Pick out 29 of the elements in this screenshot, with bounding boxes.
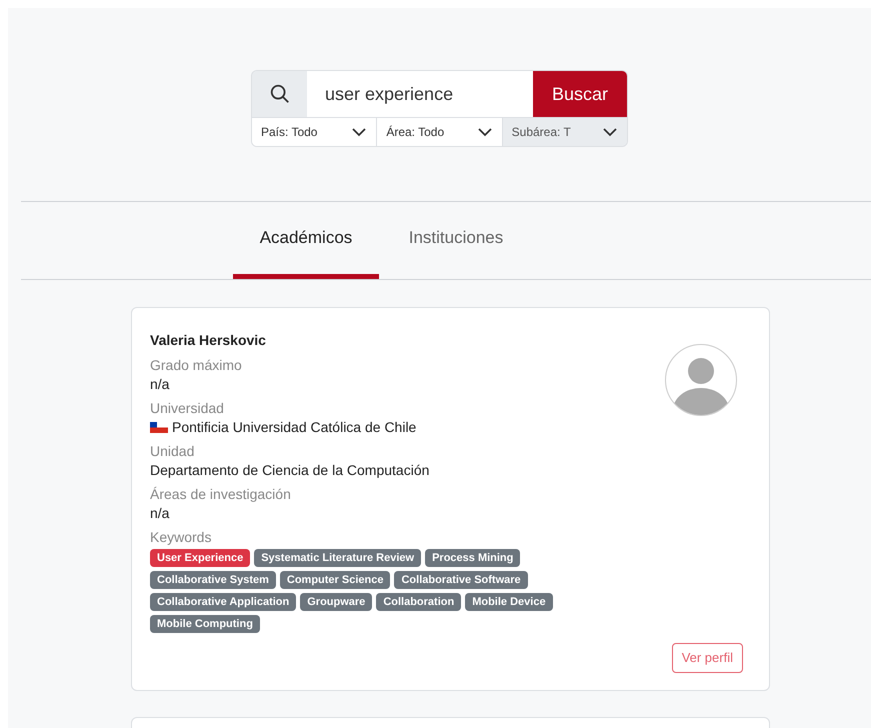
field-value: Pontificia Universidad Católica de Chile — [172, 418, 416, 437]
keyword-tag: Collaborative System — [150, 571, 276, 589]
chevron-down-icon — [478, 128, 492, 136]
field-value: n/a — [150, 504, 170, 523]
keyword-tag: User Experience — [150, 549, 250, 567]
field-label: Áreas de investigación — [150, 485, 292, 504]
field-value: Departamento de Ciencia de la Computación — [150, 461, 430, 480]
keyword-tag: Mobile Computing — [150, 615, 260, 633]
avatar-placeholder-icon — [665, 344, 737, 416]
keyword-tag: Groupware — [300, 593, 372, 611]
keyword-tag: Mobile Device — [465, 593, 553, 611]
keyword-tag: Process Mining — [425, 549, 520, 567]
filter-dropdown[interactable]: Área: Todo — [376, 118, 502, 146]
field-label: Keywords — [150, 528, 212, 547]
keyword-tag: Systematic Literature Review — [254, 549, 422, 567]
tab[interactable]: Académicos — [233, 202, 379, 279]
field-label: Grado máximo — [150, 356, 243, 375]
field-value: n/a — [150, 375, 170, 394]
keyword-tag: Collaboration — [376, 593, 462, 611]
keyword-tag: Collaborative Software — [394, 571, 528, 589]
field-label: Universidad — [150, 399, 225, 418]
researcher-name: Valeria Herskovic — [150, 331, 267, 350]
chevron-down-icon — [352, 128, 366, 136]
keyword-tag: Collaborative Application — [150, 593, 296, 611]
filter-dropdown[interactable]: País: Todo — [252, 118, 376, 146]
field-label: Unidad — [150, 442, 196, 461]
keyword-tag: Computer Science — [280, 571, 390, 589]
chevron-down-icon — [602, 128, 617, 136]
tab[interactable]: Instituciones — [383, 202, 529, 279]
